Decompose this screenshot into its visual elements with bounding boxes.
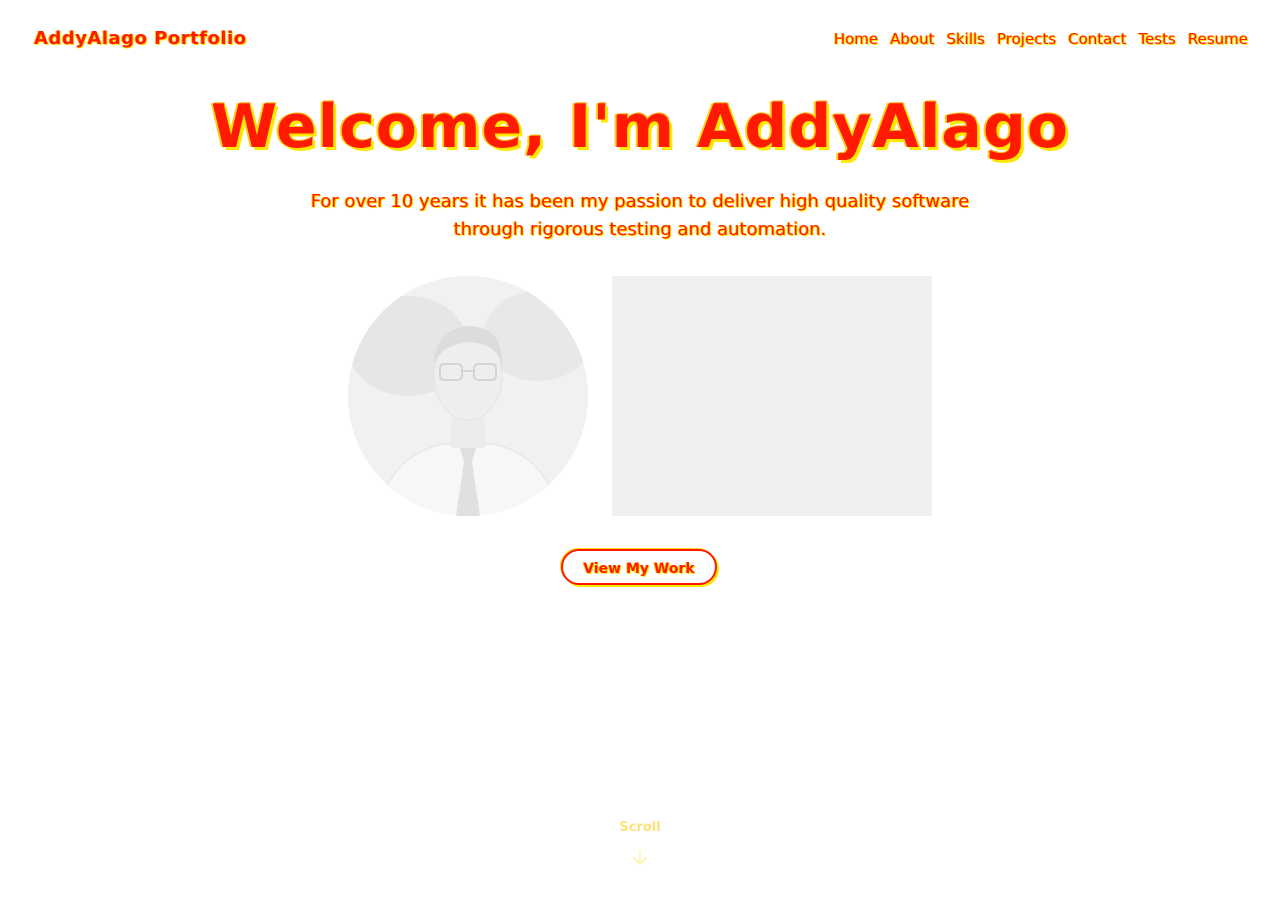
nav-contact[interactable]: Contact [1068,30,1126,48]
person-portrait-icon [348,276,588,516]
scroll-label[interactable]: Scroll [0,820,1280,835]
nav-resume[interactable]: Resume [1188,30,1248,48]
nav-home[interactable]: Home [834,30,878,48]
nav-tests[interactable]: Tests [1139,30,1176,48]
arrow-down-icon[interactable] [630,848,650,868]
hero-subtitle: For over 10 years it has been my passion… [310,191,970,240]
nav-projects[interactable]: Projects [997,30,1056,48]
media-placeholder [612,276,932,516]
brand-logo[interactable]: AddyAlago Portfolio [34,28,247,49]
profile-photo [348,276,588,516]
hero-title: Welcome, I'm AddyAlago [210,92,1070,162]
main-nav: Home About Skills Projects Contact Tests… [834,30,1248,48]
nav-skills[interactable]: Skills [946,30,985,48]
view-my-work-button[interactable]: View My Work [561,549,717,585]
nav-about[interactable]: About [890,30,934,48]
page: AddyAlago Portfolio Home About Skills Pr… [0,0,1280,900]
